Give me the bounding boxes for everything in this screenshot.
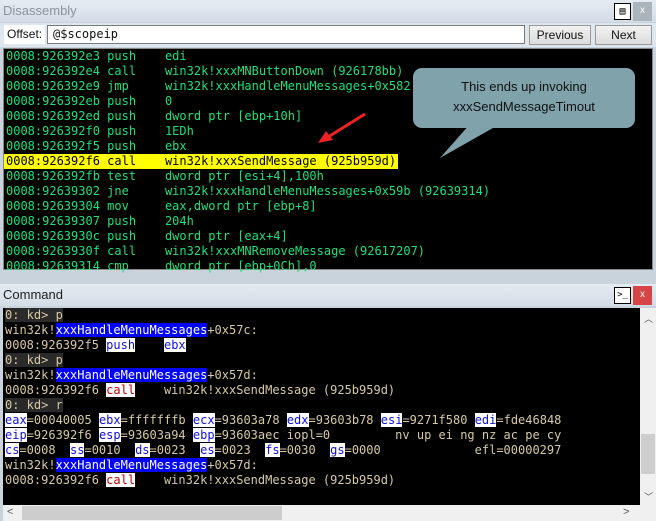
command-output-line: 0: kd> p xyxy=(3,308,640,323)
command-output-line: cs=0008 ss=0010 ds=0023 es=0023 fs=0030 … xyxy=(3,443,640,458)
scroll-left-icon[interactable]: < xyxy=(7,506,13,518)
command-output-line: 0008:926392f6 call win32k!xxxSendMessage… xyxy=(3,473,640,488)
output-text: =0023 xyxy=(214,443,266,457)
output-text: 0008:926392f6 xyxy=(5,473,107,487)
output-text: =0000 efl=00000297 xyxy=(344,443,562,457)
highlighted-token: xxxHandleMenuMessages xyxy=(55,368,208,382)
command-output-line: 0: kd> p xyxy=(3,353,640,368)
vertical-scrollbar[interactable]: ︿ ﹀ xyxy=(640,308,656,505)
highlighted-token: xxxHandleMenuMessages xyxy=(55,323,208,337)
output-text: +0x57d: xyxy=(207,368,258,382)
scrollbar-thumb[interactable] xyxy=(641,434,655,474)
output-text: win32k!xxxSendMessage (925b959d) xyxy=(135,383,396,397)
command-title: Command xyxy=(3,287,63,302)
highlighted-token: edi xyxy=(474,413,497,427)
highlighted-token: cs xyxy=(5,443,20,457)
output-text: =93603aec iopl=0 nv up ei ng nz ac pe cy xyxy=(214,428,562,442)
output-text: +0x57c: xyxy=(207,323,258,337)
highlighted-token: eip xyxy=(5,428,27,442)
output-text: win32k!xxxSendMessage (925b959d) xyxy=(135,473,396,487)
command-output-line: win32k!xxxHandleMenuMessages+0x57d: xyxy=(3,368,640,383)
output-text: =0030 xyxy=(279,443,331,457)
command-output-line: win32k!xxxHandleMenuMessages+0x57c: xyxy=(3,323,640,338)
close-icon[interactable]: x xyxy=(633,286,652,305)
highlighted-token: fs xyxy=(265,443,280,457)
highlighted-token: push xyxy=(106,338,136,352)
command-output-line: eip=926392f6 esp=93603a94 ebp=93603aec i… xyxy=(3,428,640,443)
output-text: =0023 xyxy=(149,443,201,457)
highlighted-token: esi xyxy=(380,413,403,427)
output-text: =00040005 xyxy=(26,413,99,427)
highlighted-token: edx xyxy=(286,413,309,427)
output-text: +0x57d: xyxy=(207,458,258,472)
highlighted-token: ecx xyxy=(192,413,215,427)
highlighted-token: xxxHandleMenuMessages xyxy=(55,458,208,472)
command-output-pane[interactable]: 0: kd> p win32k!xxxHandleMenuMessages+0x5… xyxy=(3,308,640,505)
highlighted-token: ss xyxy=(70,443,85,457)
highlighted-token: esp xyxy=(98,428,121,442)
command-output-line: 0: kd> r xyxy=(3,398,640,413)
scroll-down-icon[interactable]: ﹀ xyxy=(644,490,653,503)
command-output-line: win32k!xxxHandleMenuMessages+0x57d: xyxy=(3,458,640,473)
red-arrow-icon xyxy=(318,112,366,143)
output-text: win32k! xyxy=(5,368,56,382)
command-prompt-icon[interactable]: >_ xyxy=(614,287,631,304)
output-text: =93603a94 xyxy=(120,428,193,442)
highlighted-token: ds xyxy=(135,443,150,457)
output-text: =fffffffb xyxy=(120,413,193,427)
command-titlebar: Command >_ x xyxy=(0,284,656,306)
callout-tail xyxy=(440,124,500,158)
output-text: =0008 xyxy=(19,443,71,457)
highlighted-token: call xyxy=(106,383,136,397)
output-text: =9271f580 xyxy=(402,413,475,427)
output-text: =926392f6 xyxy=(26,428,99,442)
output-text: =0010 xyxy=(84,443,136,457)
scroll-up-icon[interactable]: ︿ xyxy=(644,312,653,325)
kd-prompt: 0: kd> r xyxy=(5,398,63,412)
kd-prompt: 0: kd> p xyxy=(5,353,63,367)
kd-prompt: 0: kd> p xyxy=(5,308,63,322)
output-text: 0008:926392f6 xyxy=(5,383,107,397)
highlighted-token: ebp xyxy=(192,428,215,442)
highlighted-token: eax xyxy=(5,413,27,427)
scroll-right-icon[interactable]: > xyxy=(623,506,629,518)
scrollbar-thumb[interactable] xyxy=(22,506,282,520)
output-text: win32k! xyxy=(5,323,56,337)
highlighted-token: ebx xyxy=(163,338,186,352)
output-text: =93603b78 xyxy=(308,413,381,427)
command-output-line: eax=00040005 ebx=fffffffb ecx=93603a78 e… xyxy=(3,413,640,428)
command-output-line: 0008:926392f5 push ebx xyxy=(3,338,640,353)
output-text: win32k! xyxy=(5,458,56,472)
highlighted-token: call xyxy=(106,473,136,487)
output-text: 0008:926392f5 xyxy=(5,338,107,352)
highlighted-token: gs xyxy=(330,443,345,457)
command-output-line: 0008:926392f6 call win32k!xxxSendMessage… xyxy=(3,383,640,398)
output-text: =fde46848 xyxy=(496,413,562,427)
highlighted-token: es xyxy=(200,443,215,457)
highlighted-token: ebx xyxy=(98,413,121,427)
output-text: =93603a78 xyxy=(214,413,287,427)
horizontal-scrollbar[interactable]: < > xyxy=(3,505,656,521)
